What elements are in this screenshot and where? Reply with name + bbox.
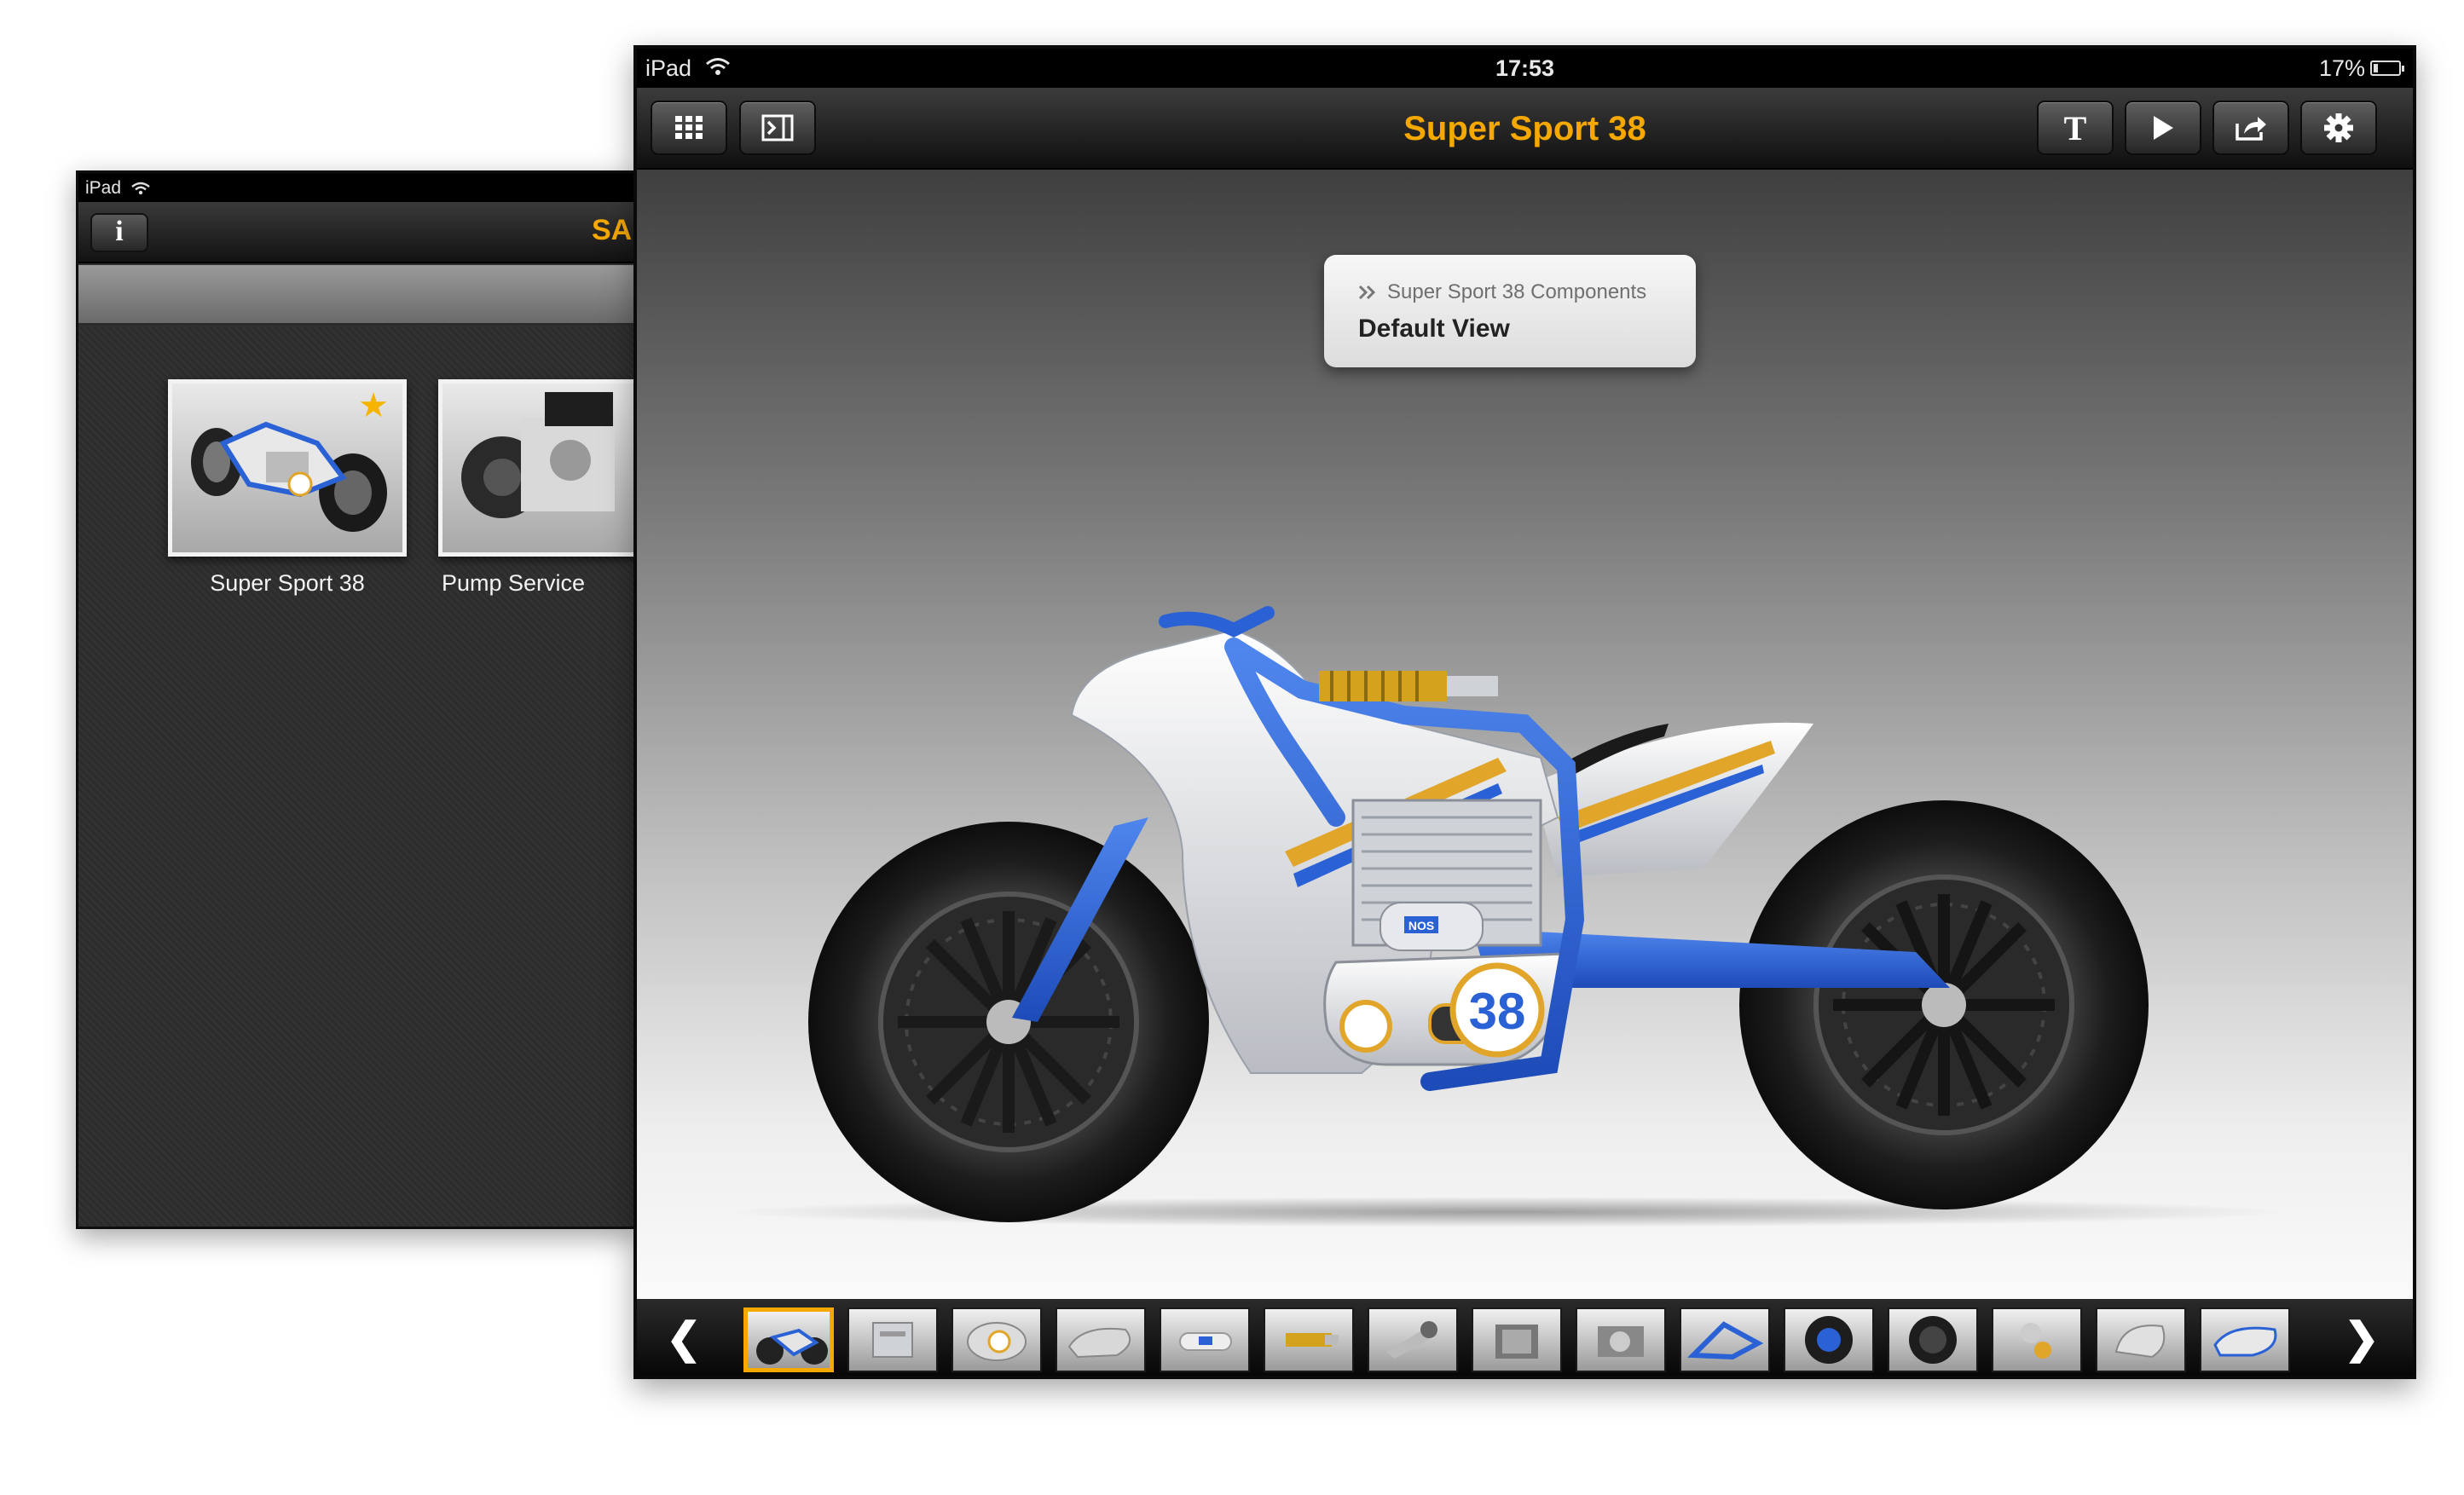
- front-wheel[interactable]: [808, 822, 1209, 1222]
- library-toolbar: [78, 265, 636, 325]
- breadcrumb-parent-label: Super Sport 38 Components: [1387, 280, 1647, 303]
- tank-thumb[interactable]: [2096, 1307, 2186, 1372]
- document-label: Pump Service: [442, 570, 586, 596]
- handlebars[interactable]: [1159, 606, 1275, 638]
- play-button[interactable]: [2125, 101, 2201, 155]
- current-view-name: Default View: [1358, 315, 1510, 343]
- engine-block-thumb[interactable]: [1472, 1307, 1562, 1372]
- sidebar-toggle-button[interactable]: [739, 101, 816, 155]
- library-title: SA: [592, 214, 633, 246]
- document-grid: ★ Super Sport 38 Pump Service: [78, 326, 636, 1227]
- share-button[interactable]: [2212, 101, 2289, 155]
- fairing-thumb[interactable]: [2200, 1307, 2290, 1372]
- library-status-bar: iPad: [78, 173, 636, 202]
- double-chevron-right-icon: [1358, 285, 1376, 300]
- library-status-carrier: iPad: [85, 178, 122, 198]
- favorite-star-icon: ★: [358, 387, 389, 424]
- transmission-thumb[interactable]: [1576, 1307, 1666, 1372]
- nos-tank-thumb-image: [1179, 1332, 1232, 1351]
- nos-badge-text: NOS: [1408, 919, 1434, 932]
- exhaust-thumb[interactable]: [1368, 1307, 1458, 1372]
- thumbnail-strip: ❮ ❯: [637, 1299, 2413, 1376]
- nos-tank-thumb[interactable]: [1160, 1307, 1250, 1372]
- 3d-model-viewport[interactable]: NOS 38 Super Sport 38 Components Default…: [637, 170, 2413, 1299]
- library-navbar: i SA: [78, 202, 636, 263]
- transmission-thumb-image: [1598, 1326, 1644, 1357]
- previous-thumbnail-button[interactable]: ❮: [662, 1314, 705, 1362]
- engine-case-thumb-image: [1067, 1327, 1131, 1359]
- grid-button[interactable]: [651, 101, 727, 155]
- fairing-thumb-image: [2213, 1326, 2277, 1357]
- exhaust-thumb-image: [1386, 1321, 1437, 1359]
- document-item-super-sport-38[interactable]: ★ Super Sport 38: [164, 379, 411, 597]
- frame-thumb-image: [1687, 1321, 1764, 1360]
- text-icon[interactable]: T: [2037, 101, 2114, 155]
- settings-gear-icon: [2324, 113, 2353, 142]
- viewer-status-bar: iPad 17:53 17%: [637, 49, 2413, 88]
- wifi-icon: [131, 182, 150, 195]
- grid-icon: [675, 116, 703, 139]
- sidebar-toggle-icon: [761, 114, 794, 141]
- view-breadcrumb-popup[interactable]: Super Sport 38 Components Default View: [1324, 255, 1696, 367]
- shock-absorber-thumb-image: [1286, 1333, 1339, 1347]
- share-icon: [2236, 117, 2266, 141]
- document-item-pump-service[interactable]: Pump Service: [438, 379, 636, 597]
- rear-wheel-thumb[interactable]: [1888, 1307, 1978, 1372]
- viewer-navbar: Super Sport 38 T: [637, 88, 2413, 170]
- front-wheel-thumb-image: [1805, 1316, 1853, 1364]
- battery-icon: [2370, 61, 2404, 76]
- rear-shock-absorber[interactable]: [1319, 671, 1498, 701]
- library-ipad-screen: iPad i SA ★ Super Sport 38 Pump Service: [76, 170, 639, 1229]
- number-38-decal[interactable]: 38: [1449, 962, 1545, 1058]
- breadcrumb-parent[interactable]: Super Sport 38 Components: [1358, 280, 1696, 304]
- play-icon: [2154, 116, 2173, 140]
- brake-parts-thumb[interactable]: [1992, 1307, 2082, 1372]
- status-time: 17:53: [1495, 55, 1555, 81]
- engine-case-thumb[interactable]: [1056, 1307, 1146, 1372]
- brake-parts-thumb-image: [2021, 1323, 2051, 1359]
- settings-button[interactable]: [2300, 101, 2377, 155]
- next-thumbnail-button[interactable]: ❯: [2340, 1314, 2383, 1362]
- document-label: Super Sport 38: [210, 570, 365, 596]
- info-button[interactable]: i: [90, 213, 148, 252]
- frame-thumb[interactable]: [1680, 1307, 1770, 1372]
- status-battery-percent: 17%: [2318, 55, 2365, 81]
- rear-wheel-thumb-image: [1909, 1316, 1957, 1364]
- document-thumbnail[interactable]: ★: [168, 379, 407, 557]
- full-bike-thumb[interactable]: [743, 1307, 834, 1372]
- decal-number-text: 38: [1469, 983, 1526, 1040]
- front-wheel-thumb[interactable]: [1784, 1307, 1874, 1372]
- shock-absorber-thumb[interactable]: [1264, 1307, 1354, 1372]
- engine-thumb[interactable]: [847, 1307, 938, 1372]
- engine-block-thumb-image: [1495, 1325, 1538, 1359]
- viewer-ipad-screen: iPad 17:53 17% Super Sport 38 T NOS 38 S…: [633, 45, 2416, 1379]
- engine[interactable]: NOS: [1351, 799, 1542, 951]
- rear-wheel[interactable]: [1739, 800, 2149, 1209]
- cover-38-thumb-image: [967, 1322, 1027, 1361]
- pump-thumbnail-image: [461, 392, 615, 518]
- full-bike-thumb-image: [756, 1328, 828, 1365]
- thumbnail-list: [743, 1307, 2304, 1372]
- tank-thumb-image: [2114, 1325, 2166, 1359]
- cover-38-thumb[interactable]: [951, 1307, 1042, 1372]
- document-thumbnail[interactable]: [438, 379, 636, 557]
- engine-thumb-image: [872, 1322, 913, 1358]
